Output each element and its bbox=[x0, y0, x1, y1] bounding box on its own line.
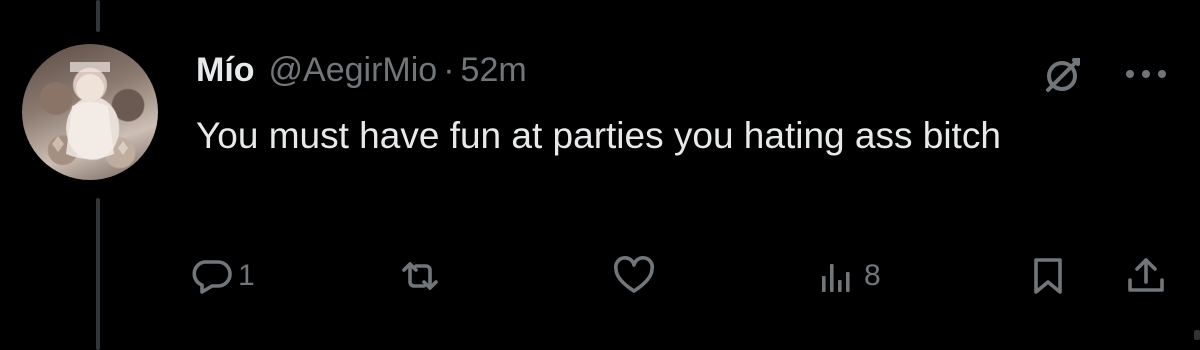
avatar[interactable] bbox=[22, 44, 158, 180]
tweet-text: You must have fun at parties you hating … bbox=[196, 115, 1001, 156]
bar-chart-icon bbox=[822, 264, 850, 292]
grok-slash-circle-icon[interactable] bbox=[1040, 52, 1084, 96]
share-upload-icon bbox=[1128, 258, 1164, 292]
share-button[interactable] bbox=[1124, 246, 1168, 306]
view-count: 8 bbox=[864, 259, 881, 292]
user-handle[interactable]: @AegirMio bbox=[269, 51, 438, 90]
timestamp[interactable]: 52m bbox=[461, 51, 527, 90]
display-name[interactable]: Mío bbox=[196, 51, 255, 90]
action-bar: 1 8 bbox=[0, 246, 1200, 306]
repost-arrows-icon bbox=[402, 262, 438, 290]
views-button[interactable]: 8 bbox=[816, 246, 881, 306]
scroll-indicator bbox=[1194, 330, 1200, 340]
repost-button[interactable] bbox=[398, 246, 446, 306]
thread-line-top bbox=[96, 0, 100, 32]
bookmark-button[interactable] bbox=[1026, 246, 1070, 306]
header-separator: · bbox=[443, 50, 455, 89]
reply-bubble-icon bbox=[192, 260, 232, 294]
tweet-header: Mío @AegirMio · 52m bbox=[196, 48, 527, 92]
reply-button[interactable]: 1 bbox=[190, 246, 255, 306]
bookmark-icon bbox=[1034, 258, 1062, 294]
reply-count: 1 bbox=[238, 259, 255, 292]
like-button[interactable] bbox=[612, 246, 660, 306]
more-dots-icon[interactable] bbox=[1122, 62, 1170, 86]
tweet-card[interactable]: Mío @AegirMio · 52m You must have fun at… bbox=[0, 0, 1200, 350]
heart-icon bbox=[613, 255, 655, 293]
